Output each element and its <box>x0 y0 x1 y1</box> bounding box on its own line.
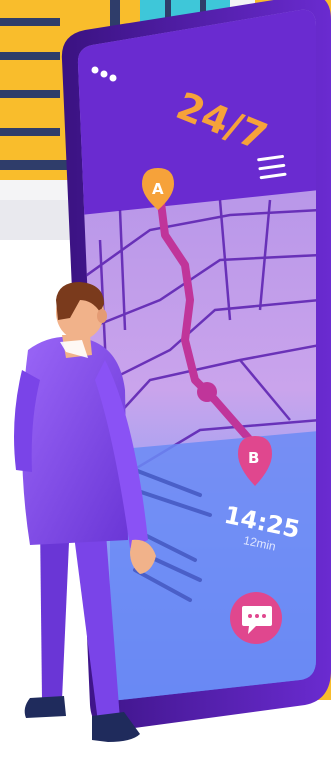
route-waypoint <box>197 382 217 402</box>
start-marker-label: A <box>152 180 164 198</box>
chat-button[interactable] <box>230 592 282 644</box>
illustration-stage: 24/7 A B 14:25 12min <box>0 0 331 757</box>
end-marker-label: B <box>248 449 259 467</box>
illustration: 24/7 A B 14:25 12min <box>0 0 331 757</box>
